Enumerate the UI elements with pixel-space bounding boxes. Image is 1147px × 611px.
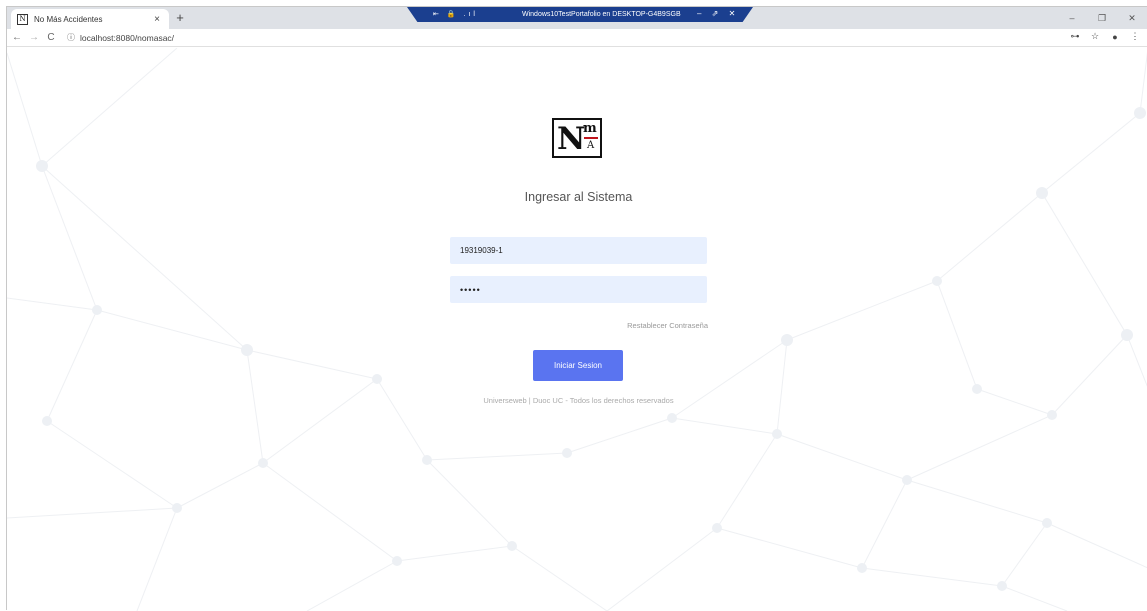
remote-bar-controls[interactable]: – ⇗ ✕ <box>697 9 739 18</box>
logo-letter-n: N <box>557 121 586 157</box>
back-icon[interactable]: ← <box>10 32 24 43</box>
restore-button[interactable]: ❐ <box>1087 7 1117 29</box>
address-bar[interactable]: localhost:8080/nomasac/ <box>80 33 174 43</box>
login-page: N m A Ingresar al Sistema Restablecer Co… <box>7 48 1147 611</box>
close-window-button[interactable]: ✕ <box>1117 7 1147 29</box>
new-tab-button[interactable]: + <box>173 11 187 25</box>
page-title: Ingresar al Sistema <box>524 190 633 204</box>
minimize-button[interactable]: – <box>1057 7 1087 29</box>
tab-title: No Más Accidentes <box>34 14 103 24</box>
login-button[interactable]: Iniciar Sesion <box>533 350 623 381</box>
password-input[interactable] <box>450 276 707 303</box>
logo-letter-a: A <box>587 140 595 151</box>
site-info-icon[interactable]: ⓘ <box>66 32 76 43</box>
username-input[interactable] <box>450 237 707 264</box>
logo: N m A <box>552 118 602 158</box>
remote-bar-icons[interactable]: ⇤ 🔒 .ıl <box>433 10 478 18</box>
logo-accent-line <box>584 137 598 139</box>
toolbar-actions: ⊶ ☆ ● ⋮ <box>1063 31 1143 42</box>
tab-close-icon[interactable]: × <box>151 14 163 25</box>
tab-strip: N No Más Accidentes × + ⇤ 🔒 .ıl Windows1… <box>7 7 1147 29</box>
remote-bar-title: Windows10TestPortafolio en DESKTOP-G4B9S… <box>522 11 681 18</box>
browser-toolbar: ← → C ⓘ localhost:8080/nomasac/ ⊶ ☆ ● ⋮ <box>7 29 1147 47</box>
window-controls: – ❐ ✕ <box>1057 7 1147 29</box>
footer-text: Universeweb | Duoc UC - Todos los derech… <box>483 396 674 405</box>
browser-tab[interactable]: N No Más Accidentes × <box>11 9 169 29</box>
browser-window: N No Más Accidentes × + ⇤ 🔒 .ıl Windows1… <box>6 6 1147 611</box>
reload-icon[interactable]: C <box>44 32 58 43</box>
forward-icon[interactable]: → <box>27 32 41 43</box>
menu-icon[interactable]: ⋮ <box>1127 31 1143 42</box>
account-icon[interactable]: ● <box>1107 32 1123 42</box>
remote-desktop-bar[interactable]: ⇤ 🔒 .ıl Windows10TestPortafolio en DESKT… <box>407 7 753 22</box>
reset-password-link[interactable]: Restablecer Contraseña <box>567 321 708 330</box>
bookmark-star-icon[interactable]: ☆ <box>1087 31 1103 42</box>
key-icon[interactable]: ⊶ <box>1067 31 1083 42</box>
favicon-icon: N <box>17 13 28 25</box>
logo-letter-m: m <box>583 121 597 136</box>
